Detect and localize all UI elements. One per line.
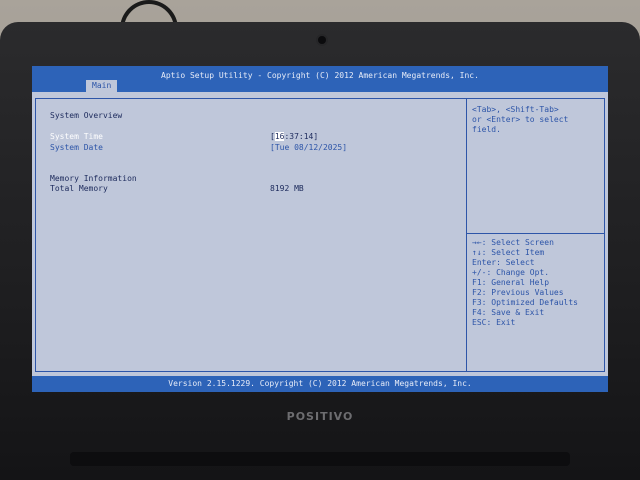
total-memory-label: Total Memory	[50, 184, 108, 193]
tab-main[interactable]: Main	[86, 80, 118, 92]
version-footer: Version 2.15.1229. Copyright (C) 2012 Am…	[32, 376, 608, 392]
key-help-f1: F1: General Help	[472, 278, 550, 287]
laptop-hinge	[70, 452, 570, 466]
system-date-value[interactable]: [Tue 08/12/2025]	[270, 143, 347, 153]
system-overview-heading: System Overview	[50, 111, 123, 120]
help-line-1: <Tab>, <Shift-Tab>	[472, 105, 559, 114]
main-frame: System Overview System Time [16:37:14] S…	[35, 98, 605, 372]
key-help-f3: F3: Optimized Defaults	[472, 298, 578, 307]
bios-screen: Aptio Setup Utility - Copyright (C) 2012…	[32, 66, 608, 392]
key-help-select-item: ↑↓: Select Item	[472, 248, 545, 257]
help-line-3: field.	[472, 125, 501, 134]
bios-title: Aptio Setup Utility - Copyright (C) 2012…	[161, 71, 479, 80]
key-help-f4: F4: Save & Exit	[472, 308, 545, 317]
total-memory-value: 8192 MB	[270, 184, 304, 193]
memory-information-heading: Memory Information	[50, 174, 137, 183]
system-time-label[interactable]: System Time	[50, 132, 103, 142]
key-help-f2: F2: Previous Values	[472, 288, 564, 297]
webcam	[318, 36, 326, 44]
help-line-2: or <Enter> to select	[472, 115, 569, 124]
key-help-enter: Enter: Select	[472, 258, 535, 267]
title-bar: Aptio Setup Utility - Copyright (C) 2012…	[32, 66, 608, 92]
key-help-select-screen: →←: Select Screen	[472, 238, 554, 247]
key-help-change-opt: +/-: Change Opt.	[472, 268, 550, 277]
system-date-label[interactable]: System Date	[50, 143, 103, 153]
system-time-value[interactable]: [16:37:14]	[270, 132, 318, 142]
key-help-esc: ESC: Exit	[472, 318, 516, 327]
help-divider	[467, 233, 604, 234]
system-time-rest: :37:14]	[284, 132, 319, 141]
brand-logo: POSITIVO	[286, 410, 354, 423]
panel-divider	[466, 99, 467, 371]
